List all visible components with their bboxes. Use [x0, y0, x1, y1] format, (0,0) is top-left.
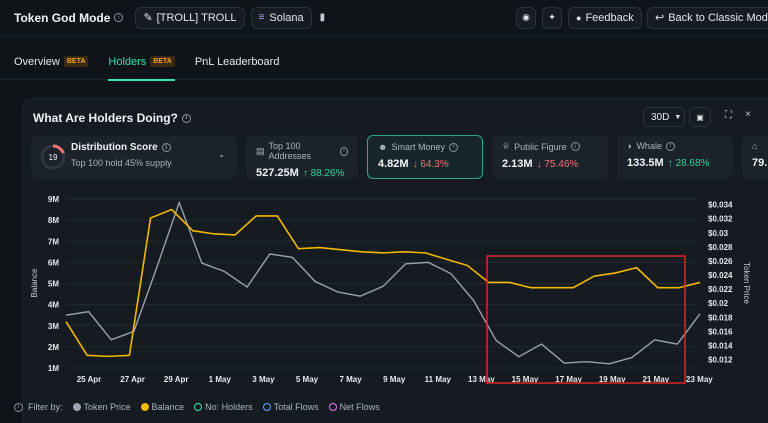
caret-down-icon: ▼	[674, 113, 682, 121]
stat-value: 79.	[752, 157, 768, 169]
stat-card-whale[interactable]: ◗ Whale i 133.5M ↑ 28.68%	[617, 135, 733, 179]
pin-icon: ✦	[548, 12, 556, 22]
score-value: 19	[49, 153, 58, 162]
tab-label: PnL Leaderboard	[194, 55, 280, 68]
info-icon[interactable]: i	[665, 141, 675, 151]
eye-icon: ◉	[522, 12, 530, 22]
stat-value: 133.5M	[627, 157, 664, 169]
legend-net-flows[interactable]: Net Flows	[328, 402, 380, 412]
tab-bar: Overview BETA Holders BETA PnL Leaderboa…	[0, 44, 768, 81]
distribution-score-card[interactable]: 19 Distribution Score i Top 100 hold 45%…	[31, 135, 237, 179]
legend-swatch	[328, 403, 337, 411]
calendar-button[interactable]: ▣	[689, 107, 711, 127]
wallet-icon: ▤	[256, 145, 265, 156]
tab-label: Overview	[14, 55, 60, 68]
stat-value: 527.25M	[256, 167, 299, 179]
info-icon[interactable]: i	[181, 113, 191, 123]
classic-mode-button[interactable]: ↩ Back to Classic Mode	[647, 6, 768, 29]
stat-delta: ↑ 28.68%	[667, 158, 710, 169]
legend-total-flows[interactable]: Total Flows	[262, 402, 319, 412]
brain-icon: ☻	[378, 142, 388, 152]
legend-label: Total Flows	[273, 402, 319, 412]
back-icon: ↩	[655, 12, 665, 24]
stat-delta: ↑ 88.26%	[302, 168, 345, 179]
stat-value: 4.82M	[378, 158, 409, 170]
tab-label: Holders	[108, 55, 147, 68]
legend-swatch	[262, 403, 271, 411]
panel-title-row: What Are Holders Doing? i	[33, 111, 191, 125]
score-gauge: 19	[40, 144, 66, 170]
tab-holders[interactable]: Holders BETA	[108, 44, 176, 81]
trophy-icon: ♕	[502, 141, 511, 151]
stat-card-top-100[interactable]: ▤ Top 100 Addresses i 527.25M ↑ 88.26%	[246, 135, 358, 179]
holders-panel: What Are Holders Doing? i 30D ▼ ▣ ⛶ × 19…	[22, 98, 768, 423]
info-icon[interactable]: i	[339, 146, 348, 156]
feedback-button[interactable]: ● Feedback	[568, 6, 642, 29]
stat-cards: 19 Distribution Score i Top 100 hold 45%…	[31, 135, 768, 179]
chain-selector[interactable]: ≡ Solana	[250, 6, 312, 29]
info-icon[interactable]: i	[449, 142, 459, 152]
legend-label: Net Flows	[339, 402, 380, 412]
legend-swatch	[194, 403, 203, 411]
distribution-label: Distribution Score	[71, 142, 158, 153]
tab-pnl-leaderboard[interactable]: PnL Leaderboard	[195, 44, 280, 80]
chevron-down-icon[interactable]: ⌄	[218, 150, 225, 159]
feedback-label: Feedback	[585, 11, 634, 24]
calendar-icon: ▣	[696, 112, 704, 122]
filter-label-item: i Filter by:	[14, 402, 63, 412]
legend-token-price[interactable]: Token Price	[72, 402, 131, 412]
expand-icon[interactable]: ⛶	[725, 110, 732, 121]
beta-badge: BETA	[150, 56, 175, 67]
top-bar: Token God Mode i ✎ [TROLL] TROLL ≡ Solan…	[0, 0, 768, 36]
token-selector[interactable]: ✎ [TROLL] TROLL	[135, 6, 245, 29]
info-icon[interactable]: i	[14, 402, 23, 412]
legend-label: No: Holders	[205, 402, 253, 412]
bank-icon: ⌂	[752, 141, 758, 151]
legend-swatch	[72, 403, 81, 411]
legend-label: Token Price	[83, 402, 131, 412]
info-icon[interactable]: i	[161, 143, 171, 152]
pencil-icon: ✎	[143, 12, 153, 24]
timeframe-value: 30D	[651, 111, 670, 123]
stat-card-public-figure[interactable]: ♕ Public Figure i 2.13M ↓ 75.46%	[492, 135, 608, 179]
filter-label: Filter by:	[28, 402, 63, 412]
panel-title: What Are Holders Doing?	[33, 111, 178, 125]
chat-icon: ●	[576, 12, 582, 23]
stat-label: Top 100 Addresses	[268, 141, 312, 161]
legend-swatch	[140, 403, 149, 411]
chain-label: Solana	[269, 11, 304, 24]
legend-label: Balance	[151, 402, 185, 412]
stat-delta: ↓ 64.3%	[412, 159, 449, 170]
close-icon[interactable]: ×	[745, 109, 751, 120]
solana-icon: ≡	[258, 12, 265, 23]
distribution-sub: Top 100 hold 45% supply	[71, 158, 172, 168]
legend-holders[interactable]: No: Holders	[194, 402, 253, 412]
whale-icon: ◗	[627, 141, 633, 151]
beta-badge: BETA	[63, 56, 89, 67]
tab-overview[interactable]: Overview BETA	[14, 44, 89, 80]
stat-label: Smart Money	[391, 142, 446, 152]
app-title: Token God Mode	[14, 10, 111, 25]
stat-label: Public Figure	[514, 141, 567, 152]
timeframe-select[interactable]: 30D ▼	[643, 107, 685, 127]
pin-button[interactable]: ✦	[542, 6, 562, 29]
token-label: [TROLL] TROLL	[156, 11, 237, 24]
stat-label: Whale	[636, 141, 662, 151]
legend-balance[interactable]: Balance	[140, 402, 185, 412]
copy-icon[interactable]: ▮	[320, 12, 326, 23]
stat-card-smart-money[interactable]: ☻ Smart Money i 4.82M ↓ 64.3%	[367, 135, 483, 179]
chart-legend: i Filter by: Token Price Balance No: Hol…	[14, 402, 380, 412]
stat-delta: ↓ 75.46%	[536, 159, 579, 170]
info-icon[interactable]: i	[114, 13, 124, 22]
stat-card-partial[interactable]: ⌂ 79.	[742, 135, 768, 179]
classic-label: Back to Classic Mode	[668, 11, 768, 24]
stat-value: 2.13M	[502, 158, 533, 170]
info-icon[interactable]: i	[570, 142, 580, 151]
watch-button[interactable]: ◉	[516, 6, 536, 29]
